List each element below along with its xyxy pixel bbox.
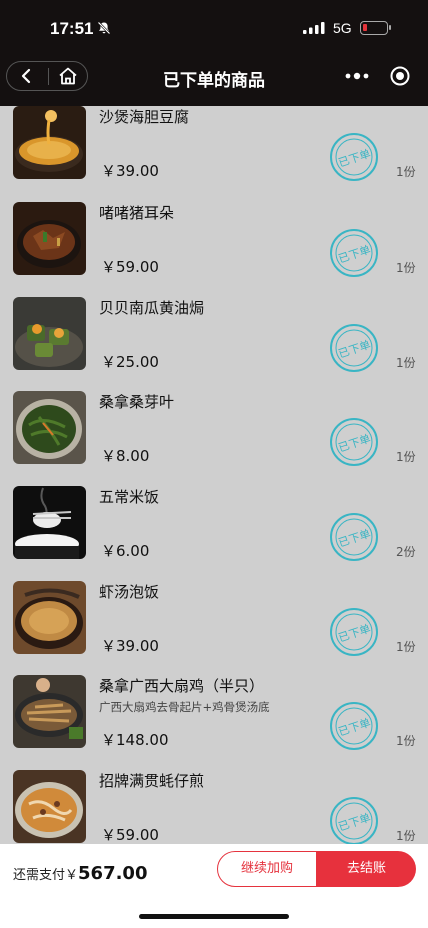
item-price: ￥148.00 (101, 731, 169, 749)
checkout-bar: 还需支付￥567.00 继续加购 去结账 (0, 844, 428, 928)
dish-thumbnail (13, 581, 86, 654)
ordered-stamp: 已下单 (329, 796, 379, 844)
pork-ear-claypot-image (13, 202, 86, 275)
item-price: ￥59.00 (101, 826, 159, 844)
list-item: 虾汤泡饭 ￥39.00 已下单 1份 (0, 577, 428, 671)
item-quantity: 2份 (396, 545, 416, 559)
seafood-tofu-pot-image (13, 106, 86, 179)
item-name: 贝贝南瓜黄油焗 (99, 299, 205, 317)
item-price: ￥6.00 (101, 542, 150, 560)
item-name: 啫啫猪耳朵 (99, 204, 175, 222)
svg-text:已下单: 已下单 (337, 243, 372, 266)
item-name: 桑拿桑芽叶 (99, 393, 175, 411)
item-quantity: 1份 (396, 261, 416, 275)
mulberry-greens-image (13, 391, 86, 464)
item-quantity: 1份 (396, 734, 416, 748)
list-item: 沙煲海胆豆腐 ￥39.00 已下单 1份 (0, 106, 428, 196)
baked-pumpkin-image (13, 297, 86, 370)
list-item: 啫啫猪耳朵 ￥59.00 已下单 1份 (0, 198, 428, 292)
item-quantity: 1份 (396, 165, 416, 179)
home-indicator[interactable] (139, 914, 289, 919)
item-price: ￥25.00 (101, 353, 159, 371)
battery-icon (360, 21, 391, 35)
shrimp-soup-rice-image (13, 581, 86, 654)
oyster-omelette-image (13, 770, 86, 843)
item-quantity: 1份 (396, 640, 416, 654)
dish-thumbnail (13, 297, 86, 370)
ordered-items-list[interactable]: 沙煲海胆豆腐 ￥39.00 已下单 1份 啫啫猪耳朵 ￥59.00 已下单 1份 (0, 106, 428, 844)
amount-due: 还需支付￥567.00 (13, 863, 147, 884)
item-name: 沙煲海胆豆腐 (99, 108, 190, 126)
signal-icon (303, 22, 325, 34)
svg-text:已下单: 已下单 (337, 147, 372, 170)
item-price: ￥39.00 (101, 637, 159, 655)
svg-text:已下单: 已下单 (337, 811, 372, 834)
dish-thumbnail (13, 106, 86, 179)
svg-text:已下单: 已下单 (337, 338, 372, 361)
close-miniapp-icon[interactable] (389, 65, 411, 87)
ordered-stamp: 已下单 (329, 132, 379, 182)
app-header: 17:51 5G 已下单的商品 (0, 0, 428, 106)
svg-text:已下单: 已下单 (337, 716, 372, 739)
svg-text:已下单: 已下单 (337, 527, 372, 550)
item-name: 招牌满贯蚝仔煎 (99, 772, 205, 790)
ordered-stamp: 已下单 (329, 607, 379, 657)
nav-bar: 已下单的商品 (0, 54, 428, 106)
more-options-icon[interactable] (345, 72, 369, 80)
ordered-stamp: 已下单 (329, 701, 379, 751)
ordered-stamp: 已下单 (329, 417, 379, 467)
list-item: 桑拿桑芽叶 ￥8.00 已下单 1份 (0, 387, 428, 481)
item-name: 五常米饭 (99, 488, 160, 506)
dish-thumbnail (13, 770, 86, 843)
amount-due-label: 还需支付￥ (13, 868, 79, 883)
continue-ordering-button[interactable]: 继续加购 (217, 851, 317, 887)
dish-thumbnail (13, 391, 86, 464)
item-price: ￥39.00 (101, 162, 159, 180)
status-time: 17:51 (50, 19, 94, 38)
item-description: 广西大扇鸡去骨起片+鸡骨煲汤底 (99, 700, 270, 714)
ordered-stamp: 已下单 (329, 323, 379, 373)
amount-due-value: 567.00 (78, 863, 148, 884)
steamed-rice-image (13, 486, 86, 559)
mute-bell-icon (97, 21, 111, 35)
list-item: 贝贝南瓜黄油焗 ￥25.00 已下单 1份 (0, 293, 428, 387)
dish-thumbnail (13, 675, 86, 748)
dish-thumbnail (13, 202, 86, 275)
svg-text:已下单: 已下单 (337, 432, 372, 455)
item-name: 虾汤泡饭 (99, 583, 160, 601)
svg-text:已下单: 已下单 (337, 622, 372, 645)
item-quantity: 1份 (396, 356, 416, 370)
sauna-chicken-image (13, 675, 86, 748)
list-item: 五常米饭 ￥6.00 已下单 2份 (0, 482, 428, 576)
checkout-button[interactable]: 去结账 (317, 851, 416, 887)
item-name: 桑拿广西大扇鸡（半只） (99, 677, 265, 695)
ordered-stamp: 已下单 (329, 512, 379, 562)
item-price: ￥8.00 (101, 447, 150, 465)
item-quantity: 1份 (396, 829, 416, 843)
dish-thumbnail (13, 486, 86, 559)
ordered-stamp: 已下单 (329, 228, 379, 278)
status-bar: 17:51 5G (0, 0, 428, 54)
item-price: ￥59.00 (101, 258, 159, 276)
item-quantity: 1份 (396, 450, 416, 464)
list-item: 桑拿广西大扇鸡（半只） 广西大扇鸡去骨起片+鸡骨煲汤底 ￥148.00 已下单 … (0, 671, 428, 765)
list-item: 招牌满贯蚝仔煎 ￥59.00 已下单 1份 (0, 766, 428, 844)
network-type: 5G (333, 20, 352, 36)
